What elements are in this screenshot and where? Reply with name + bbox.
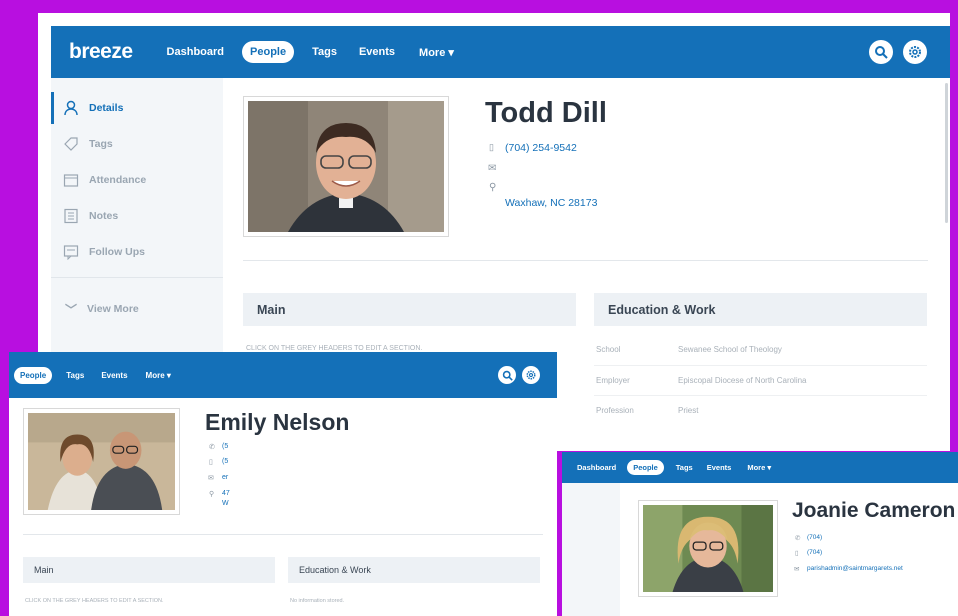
chevron-down-icon: ▾: [448, 46, 454, 59]
nav-people[interactable]: People: [242, 41, 295, 63]
person-name: Emily Nelson: [205, 409, 350, 435]
location-icon: ⚲: [489, 182, 497, 193]
joanie-profile-photo[interactable]: [638, 500, 778, 597]
chevron-down-icon: ▾: [767, 463, 772, 472]
sidebar-label-details: Details: [89, 102, 124, 114]
breeze-logo[interactable]: breeze: [69, 40, 133, 64]
nav-tags[interactable]: Tags: [66, 371, 84, 380]
nav-people[interactable]: People: [14, 366, 53, 384]
main-section-header[interactable]: Main: [23, 557, 275, 583]
edu-value-school: Sewanee School of Theology: [678, 345, 782, 354]
emily-navbar: People Tags Events More ▾: [9, 352, 557, 398]
profile-divider: [243, 260, 928, 261]
notes-icon: [64, 208, 78, 224]
search-icon[interactable]: [498, 366, 516, 384]
todd-profile-photo[interactable]: [243, 96, 449, 237]
email[interactable]: parishadmin@saintmargarets.net: [807, 565, 903, 572]
edu-value-profession: Priest: [678, 406, 699, 415]
nav-more-label: More: [145, 370, 165, 380]
nav-tags[interactable]: Tags: [676, 463, 693, 472]
nav-more[interactable]: More ▾: [419, 46, 454, 59]
mobile-phone-icon: ▯: [795, 550, 799, 557]
email[interactable]: er: [222, 474, 228, 481]
edu-label-employer: Employer: [596, 376, 630, 385]
view-more-label: View More: [87, 303, 139, 315]
phone-icon: ✆: [795, 535, 801, 542]
person-name: Todd Dill: [485, 97, 607, 129]
row-divider: [594, 395, 927, 396]
todd-navbar: breeze Dashboard People Tags Events More…: [51, 26, 950, 78]
email-icon: ✉: [488, 163, 497, 174]
chevron-down-icon: ▾: [166, 370, 171, 380]
address[interactable]: Waxhaw, NC 28173: [505, 197, 597, 209]
address-line-1[interactable]: 47: [222, 490, 230, 497]
person-icon: [64, 100, 78, 116]
gear-icon[interactable]: [522, 366, 540, 384]
sidebar-item-details[interactable]: Details: [51, 92, 221, 124]
edu-empty-message: No information stored.: [290, 598, 345, 604]
joanie-sidebar: [562, 483, 620, 616]
main-header-label: Main: [257, 303, 286, 317]
education-work-label: Education & Work: [608, 303, 716, 317]
edu-value-employer: Episcopal Diocese of North Carolina: [678, 376, 807, 385]
joanie-navbar: Dashboard People Tags Events More ▾: [562, 452, 958, 483]
search-icon[interactable]: [869, 40, 893, 64]
phone-icon: ✆: [209, 444, 215, 451]
tag-icon: [64, 137, 78, 151]
follow-up-icon: [63, 245, 79, 260]
edu-label-profession: Profession: [596, 406, 634, 415]
main-hint: CLICK ON THE GREY HEADERS TO EDIT A SECT…: [246, 345, 423, 352]
calendar-icon: [63, 174, 79, 187]
emily-screenshot: People Tags Events More ▾ Emily Nelson ✆…: [9, 352, 557, 616]
sidebar-label-notes: Notes: [89, 210, 119, 222]
edu-label-school: School: [596, 345, 621, 354]
view-more-link[interactable]: ﹀ View More: [51, 293, 221, 325]
emily-profile-photo[interactable]: [23, 408, 180, 515]
row-divider: [594, 365, 927, 366]
nav-events[interactable]: Events: [101, 371, 127, 380]
nav-more-label: More: [419, 46, 446, 59]
phone-number-home[interactable]: (5: [222, 443, 228, 450]
nav-more[interactable]: More ▾: [146, 371, 171, 380]
mobile-phone-icon: ▯: [209, 459, 213, 466]
email-icon: ✉: [208, 475, 214, 482]
sidebar-divider: [51, 277, 223, 278]
phone-number[interactable]: (704) 254-9542: [505, 142, 577, 154]
scrollbar[interactable]: [945, 83, 948, 223]
address-line-2[interactable]: W: [222, 500, 229, 507]
nav-more[interactable]: More ▾: [747, 463, 771, 472]
education-work-label: Education & Work: [299, 565, 371, 575]
joanie-screenshot: Dashboard People Tags Events More ▾ Joan…: [562, 452, 958, 616]
nav-people[interactable]: People: [627, 460, 664, 475]
main-section-header[interactable]: Main: [243, 293, 576, 326]
nav-tags[interactable]: Tags: [312, 46, 337, 58]
sidebar-item-follow-ups[interactable]: Follow Ups: [51, 236, 221, 268]
phone-number-home[interactable]: (704): [807, 534, 822, 541]
main-header-label: Main: [34, 565, 54, 575]
sidebar-label-attendance: Attendance: [89, 174, 147, 186]
sidebar-item-tags[interactable]: Tags: [51, 128, 221, 160]
sidebar-item-attendance[interactable]: Attendance: [51, 164, 221, 196]
profile-divider: [23, 534, 543, 535]
sidebar-label-tags: Tags: [89, 138, 113, 150]
sidebar-item-notes[interactable]: Notes: [51, 200, 221, 232]
nav-events[interactable]: Events: [359, 46, 395, 58]
nav-dashboard[interactable]: Dashboard: [167, 46, 224, 58]
sidebar-label-follow-ups: Follow Ups: [89, 246, 145, 258]
chevron-down-icon: ﹀: [65, 302, 78, 317]
person-name: Joanie Cameron: [792, 499, 956, 522]
email-icon: ✉: [794, 566, 800, 573]
education-work-header[interactable]: Education & Work: [288, 557, 540, 583]
nav-more-label: More: [747, 463, 766, 472]
phone-number-mobile[interactable]: (5: [222, 458, 228, 465]
nav-dashboard[interactable]: Dashboard: [577, 463, 616, 472]
education-work-header[interactable]: Education & Work: [594, 293, 927, 326]
main-hint: CLICK ON THE GREY HEADERS TO EDIT A SECT…: [25, 598, 164, 604]
location-icon: ⚲: [209, 491, 215, 498]
mobile-phone-icon: ▯: [489, 142, 494, 152]
nav-events[interactable]: Events: [707, 463, 732, 472]
gear-icon[interactable]: [903, 40, 927, 64]
phone-number-mobile[interactable]: (704): [807, 549, 822, 556]
